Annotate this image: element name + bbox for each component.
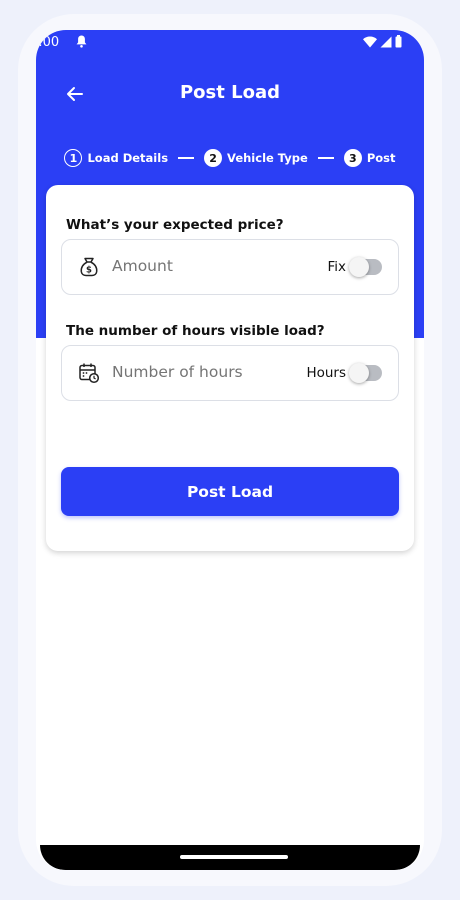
step-load-details[interactable]: 1 Load Details xyxy=(64,149,168,167)
money-bag-icon: $ xyxy=(78,256,100,278)
wifi-icon xyxy=(363,36,377,52)
hours-toggle[interactable] xyxy=(349,363,382,383)
step-vehicle-type[interactable]: 2 Vehicle Type xyxy=(204,149,308,167)
toggle-knob xyxy=(349,363,369,383)
svg-text:$: $ xyxy=(86,266,92,276)
step-label: Vehicle Type xyxy=(227,151,308,165)
step-number: 3 xyxy=(343,149,362,167)
post-load-button[interactable]: Post Load xyxy=(61,467,399,516)
page-title: Post Load xyxy=(179,82,280,103)
fix-toggle-label: Fix xyxy=(327,259,346,275)
hours-input-box[interactable]: Hours xyxy=(61,345,399,401)
home-indicator[interactable] xyxy=(180,855,288,859)
bell-icon xyxy=(76,35,87,52)
battery-icon xyxy=(395,35,402,52)
calendar-clock-icon xyxy=(78,362,100,384)
app-bar: Post Load xyxy=(36,74,424,114)
price-input-box[interactable]: $ Fix xyxy=(61,239,399,295)
step-label: Load Details xyxy=(87,151,169,165)
step-post[interactable]: 3 Post xyxy=(343,149,396,167)
step-label: Post xyxy=(366,151,396,165)
status-bar: 3:00 xyxy=(36,30,424,56)
status-icons xyxy=(363,35,402,52)
step-divider xyxy=(317,157,334,159)
step-number: 2 xyxy=(204,149,223,167)
step-divider xyxy=(178,157,195,159)
signal-icon xyxy=(380,36,392,52)
amount-input[interactable] xyxy=(112,257,282,275)
price-question: What’s your expected price? xyxy=(66,217,284,233)
hours-question: The number of hours visible load? xyxy=(66,323,325,339)
stepper: 1 Load Details 2 Vehicle Type 3 Post xyxy=(36,146,424,170)
form-card: What’s your expected price? $ Fix The nu… xyxy=(46,185,414,551)
app-screen: 3:00 Post Load 1 Load Details 2 xyxy=(36,30,424,870)
status-time: 3:00 xyxy=(36,35,60,50)
hours-toggle-label: Hours xyxy=(306,365,346,381)
hours-input[interactable] xyxy=(112,363,282,381)
fix-toggle[interactable] xyxy=(349,257,382,277)
navigation-bar xyxy=(40,845,420,870)
step-number: 1 xyxy=(64,149,83,167)
toggle-knob xyxy=(349,257,369,277)
